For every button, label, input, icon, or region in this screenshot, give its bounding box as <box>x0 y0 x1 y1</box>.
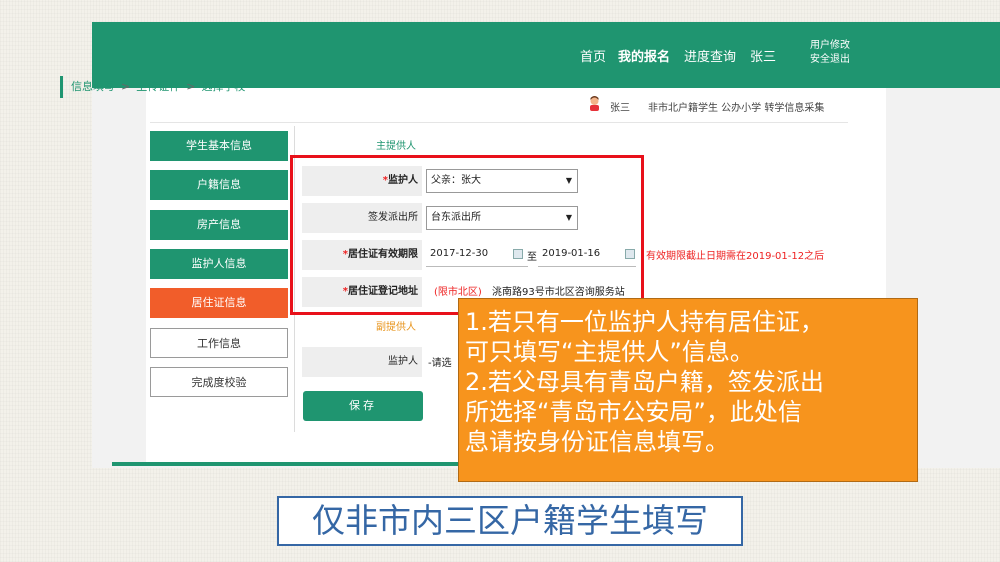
validity-warning: 有效期限截止日期需在2019-01-12之后 <box>646 251 825 262</box>
callout-line: 可只填写“主提供人”信息。 <box>465 338 754 366</box>
sub-guardian-select[interactable]: -请选 <box>428 354 452 369</box>
top-right-links: 用户修改 安全退出 <box>810 39 850 67</box>
breadcrumb-separator: > <box>186 80 196 93</box>
breadcrumb-step-school[interactable]: 选择学校 <box>201 80 245 93</box>
callout-line: 息请按身份证信息填写。 <box>465 428 729 456</box>
user-category: 非市北户籍学生 公办小学 转学信息采集 <box>648 103 825 114</box>
breadcrumb-step-upload[interactable]: 上传证件 <box>136 80 180 93</box>
edit-user-link[interactable]: 用户修改 <box>810 39 850 53</box>
sub-provider-heading: 副提供人 <box>376 322 416 333</box>
sidebar-item-property[interactable]: 房产信息 <box>150 210 288 240</box>
breadcrumb-step-fill[interactable]: 信息填写 <box>71 80 115 93</box>
header-divider <box>150 122 848 123</box>
breadcrumb-separator: > <box>121 80 131 93</box>
nav-user-name: 张三 <box>750 50 777 65</box>
nav-progress[interactable]: 进度查询 <box>684 46 736 65</box>
callout-line: 所选择“青岛市公安局”，此处信 <box>465 398 802 426</box>
save-button[interactable]: 保存 <box>303 391 423 421</box>
sidebar-item-household[interactable]: 户籍信息 <box>150 170 288 200</box>
footer-note: 仅非市内三区户籍学生填写 <box>277 496 743 546</box>
user-name: 张三 <box>610 103 630 114</box>
instruction-callout: 1.若只有一位监护人持有居住证， 可只填写“主提供人”信息。 2.若父母具有青岛… <box>458 298 918 482</box>
sidebar-item-residence-permit[interactable]: 居住证信息 <box>150 288 288 318</box>
sub-guardian-label: 监护人 <box>302 347 422 377</box>
avatar-icon <box>590 96 599 111</box>
callout-line: 1.若只有一位监护人持有居住证， <box>465 308 824 336</box>
main-provider-heading: 主提供人 <box>376 141 416 152</box>
logout-link[interactable]: 安全退出 <box>810 53 850 67</box>
nav-home[interactable]: 首页 <box>580 46 606 65</box>
breadcrumb: 信息填写 > 上传证件 > 选择学校 <box>60 76 245 98</box>
highlight-box <box>290 155 644 315</box>
sidebar-item-student-info[interactable]: 学生基本信息 <box>150 131 288 161</box>
nav-my-signup[interactable]: 我的报名 <box>618 46 670 65</box>
sidebar-item-guardian[interactable]: 监护人信息 <box>150 249 288 279</box>
sidebar-item-completion-check[interactable]: 完成度校验 <box>150 367 288 397</box>
sidebar-item-work[interactable]: 工作信息 <box>150 328 288 358</box>
callout-line: 2.若父母具有青岛户籍，签发派出 <box>465 368 824 396</box>
